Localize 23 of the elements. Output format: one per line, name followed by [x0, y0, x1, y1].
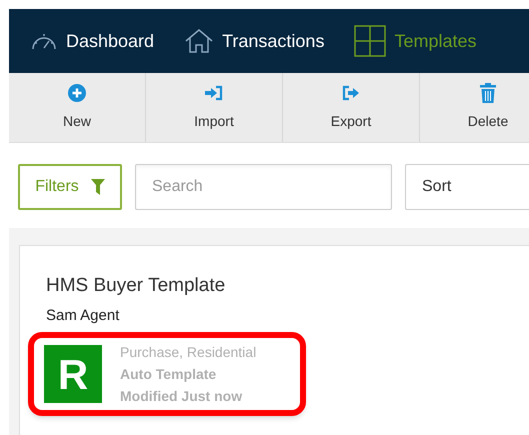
- nav-tab[interactable]: Transactions: [184, 28, 324, 54]
- template-detail: Purchase, Residential: [120, 343, 256, 362]
- trash-icon: [480, 83, 496, 103]
- grid-icon: [354, 25, 386, 57]
- template-badge: R: [44, 345, 102, 403]
- template-detail: Modified Just now: [120, 387, 244, 406]
- toolbar-button[interactable]: Import: [146, 73, 283, 142]
- plus-circle-icon: [68, 84, 86, 102]
- toolbar-button[interactable]: Delete: [420, 73, 529, 142]
- search-field[interactable]: Search: [135, 164, 392, 210]
- toolbar-button[interactable]: Export: [283, 73, 420, 142]
- template-title: HMS Buyer Template: [46, 274, 226, 298]
- house-icon: [184, 28, 214, 54]
- template-card[interactable]: HMS Buyer Template Sam Agent R Purchase, Residential Auto Template Modified Just now: [19, 245, 529, 435]
- sort-dropdown[interactable]: Sort: [405, 164, 529, 210]
- nav-tab[interactable]: Dashboard: [30, 28, 154, 54]
- toolbar-button[interactable]: New: [9, 73, 146, 142]
- nav-tab[interactable]: Templates: [354, 25, 476, 57]
- funnel-icon: [90, 178, 105, 194]
- export-icon: [341, 85, 361, 101]
- template-owner: Sam Agent: [46, 306, 120, 326]
- template-detail: Auto Template: [120, 365, 218, 384]
- import-icon: [204, 85, 224, 101]
